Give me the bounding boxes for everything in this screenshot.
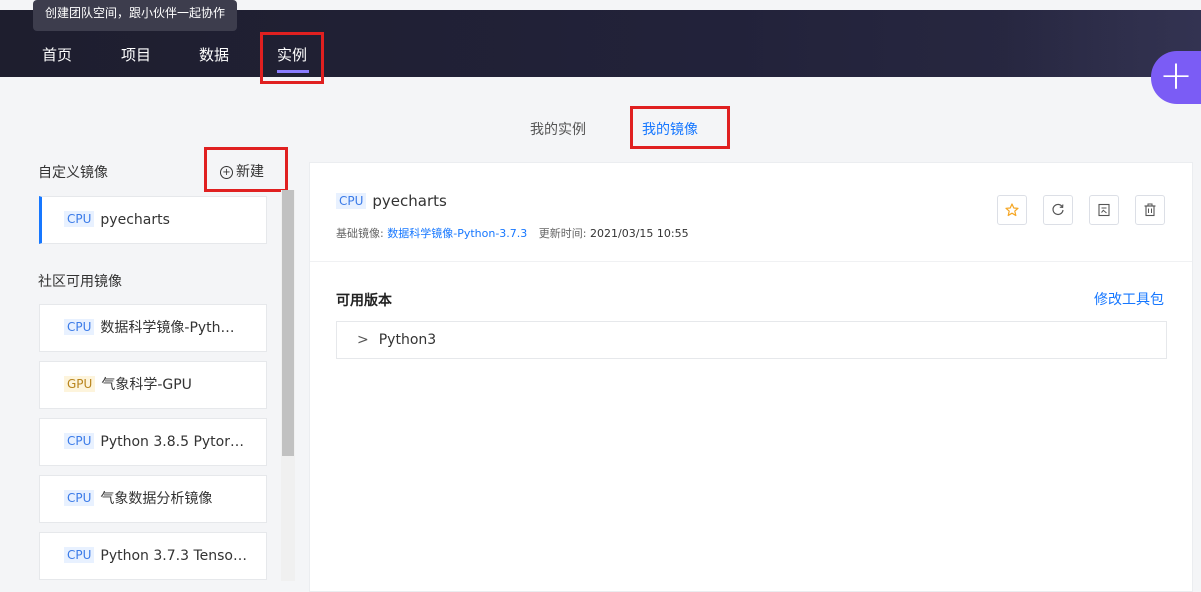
base-image-link[interactable]: 数据科学镜像-Python-3.7.3 <box>387 227 527 240</box>
image-name: Python 3.7.3 Tenso… <box>100 548 247 564</box>
chevron-right-icon: > <box>357 332 369 348</box>
updated-value: 2021/03/15 10:55 <box>590 227 689 240</box>
version-label: Python3 <box>378 332 437 348</box>
modify-toolkit-link[interactable]: 修改工具包 <box>1094 289 1164 309</box>
image-title: CPU pyecharts <box>336 192 447 210</box>
community-image-item[interactable]: CPU Python 3.7.3 Tenso… <box>39 532 267 580</box>
plus-icon: + <box>1159 53 1193 99</box>
version-row-python3[interactable]: > Python3 <box>336 321 1167 359</box>
refresh-icon <box>1052 203 1064 216</box>
community-image-item[interactable]: CPU 数据科学镜像-Pyth… <box>39 304 267 352</box>
updated-label: 更新时间: <box>538 227 587 240</box>
community-image-item[interactable]: CPU Python 3.8.5 Pytor… <box>39 418 267 466</box>
scrollbar-thumb[interactable] <box>282 190 294 456</box>
community-image-item[interactable]: CPU 气象数据分析镜像 <box>39 475 267 523</box>
image-meta: 基础镜像: 数据科学镜像-Python-3.7.3 更新时间: 2021/03/… <box>336 225 689 241</box>
divider <box>310 261 1192 262</box>
star-button[interactable] <box>997 195 1027 225</box>
new-image-label: 新建 <box>236 164 264 180</box>
custom-images-title: 自定义镜像 <box>38 165 108 181</box>
community-image-item[interactable]: GPU 气象科学-GPU <box>39 361 267 409</box>
versions-title: 可用版本 <box>336 293 392 309</box>
tab-my-images[interactable]: 我的镜像 <box>642 119 698 139</box>
delete-icon <box>1144 203 1156 217</box>
nav-instances[interactable]: 实例 <box>277 44 307 65</box>
sidebar-scrollbar[interactable] <box>281 190 295 581</box>
nav-data[interactable]: 数据 <box>199 44 229 65</box>
cpu-badge: CPU <box>64 211 95 227</box>
nav-active-indicator <box>277 70 309 73</box>
star-icon <box>1005 203 1019 217</box>
cpu-badge: CPU <box>64 319 95 335</box>
image-name: 数据科学镜像-Pyth… <box>100 320 235 336</box>
tab-my-instances[interactable]: 我的实例 <box>530 119 586 139</box>
edit-icon <box>1098 203 1110 217</box>
add-fab-button[interactable]: + <box>1151 51 1201 104</box>
custom-image-item-pyecharts[interactable]: CPU pyecharts <box>39 196 267 244</box>
nav-home[interactable]: 首页 <box>42 44 72 65</box>
team-space-tooltip: 创建团队空间，跟小伙伴一起协作 <box>33 0 238 31</box>
delete-button[interactable] <box>1135 195 1165 225</box>
cpu-badge: CPU <box>64 547 95 563</box>
image-name: pyecharts <box>100 212 170 228</box>
edit-button[interactable] <box>1089 195 1119 225</box>
image-name: 气象数据分析镜像 <box>100 491 213 507</box>
cpu-badge: CPU <box>64 433 95 449</box>
image-name: Python 3.8.5 Pytor… <box>100 434 244 450</box>
cpu-badge: CPU <box>64 490 95 506</box>
refresh-button[interactable] <box>1043 195 1073 225</box>
image-name: 气象科学-GPU <box>101 377 192 393</box>
cpu-badge: CPU <box>336 193 367 209</box>
image-title-name: pyecharts <box>372 192 447 210</box>
gpu-badge: GPU <box>64 376 96 392</box>
new-image-button[interactable]: + 新建 <box>220 161 264 181</box>
base-image-label: 基础镜像: <box>336 227 384 240</box>
nav-projects[interactable]: 项目 <box>121 44 151 65</box>
plus-circle-icon: + <box>220 166 233 179</box>
community-images-title: 社区可用镜像 <box>38 274 122 290</box>
